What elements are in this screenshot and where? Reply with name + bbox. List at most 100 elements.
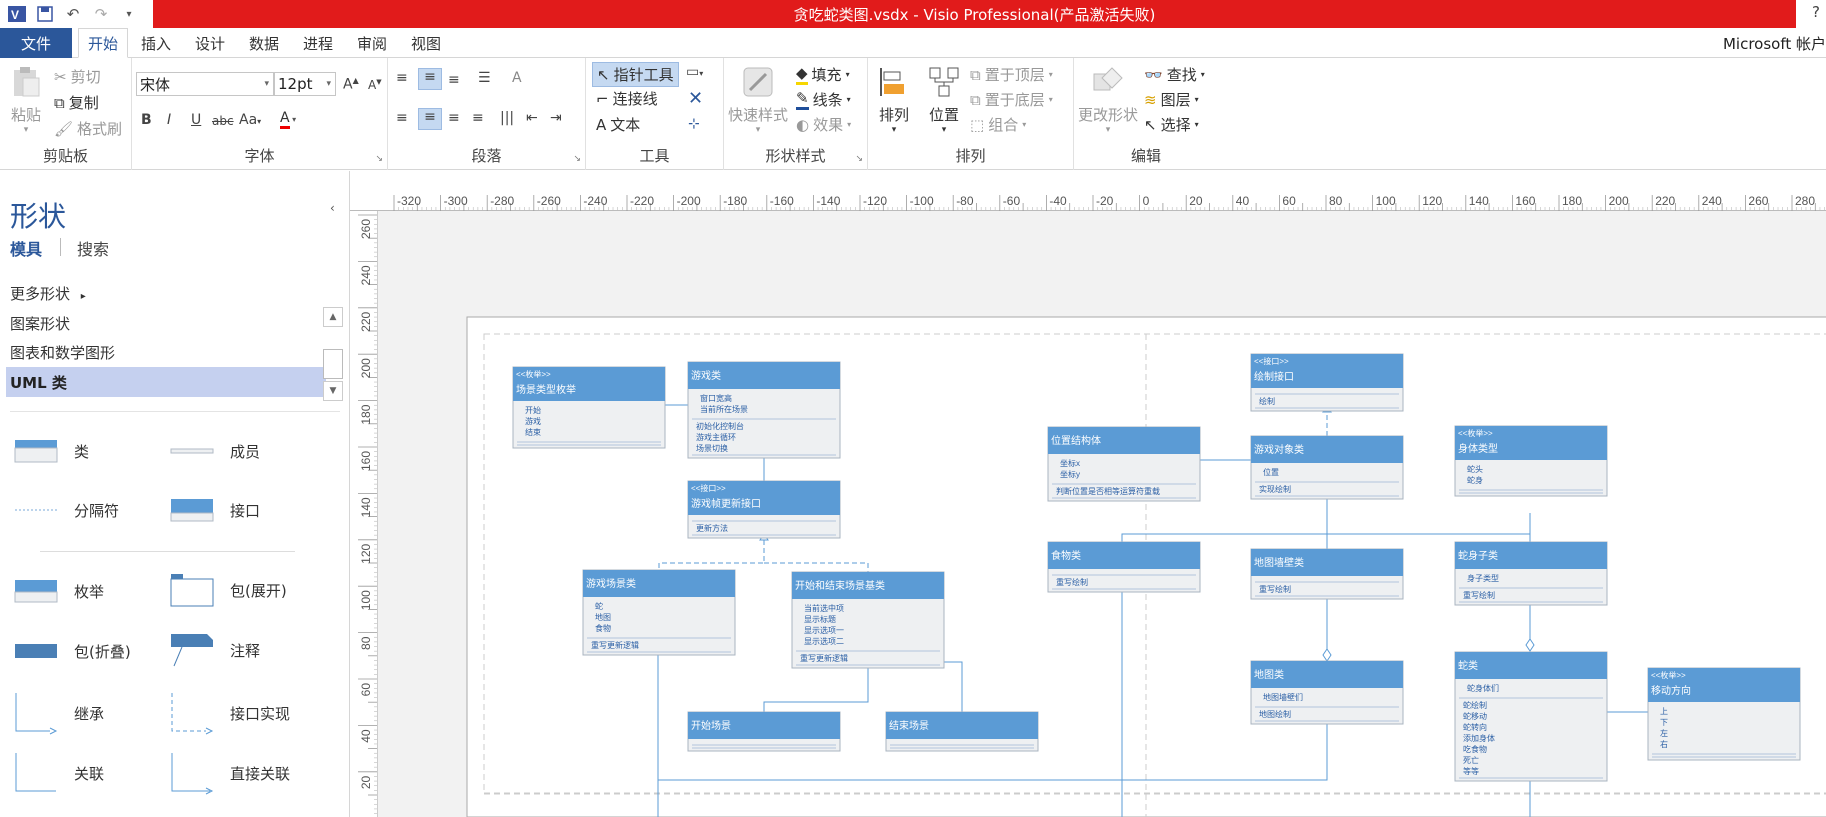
fill-button[interactable]: ◆ 填充 ▾ xyxy=(796,64,850,85)
font-size-select[interactable]: 12pt ▾ xyxy=(274,72,336,96)
stencil-uml-class[interactable]: UML 类 xyxy=(6,367,326,397)
tab-design[interactable]: 设计 xyxy=(187,28,233,58)
decrease-indent-icon[interactable]: ⇤ xyxy=(526,110,538,126)
distribute-icon[interactable]: ||| xyxy=(500,110,514,126)
send-to-back-button[interactable]: ⧉ 置于底层 ▾ xyxy=(970,89,1053,110)
more-shapes-item[interactable]: 更多形状 ▸ xyxy=(10,283,86,304)
increase-indent-icon[interactable]: ⇥ xyxy=(550,110,562,126)
uml-method: 蛇绘制 xyxy=(1463,700,1487,710)
shape-interface-realization[interactable]: 接口实现 xyxy=(170,691,290,735)
grow-font-icon[interactable]: A▲ xyxy=(343,76,359,93)
align-right-icon[interactable]: ≡ xyxy=(448,110,460,126)
uml-class-direction[interactable]: <<枚举>> 移动方向上下左右 xyxy=(1647,667,1801,761)
undo-icon[interactable]: ↶ xyxy=(62,3,84,25)
stencil-charts-math[interactable]: 图表和数学图形 xyxy=(10,342,115,363)
scrollbar-thumb[interactable] xyxy=(323,349,343,379)
stencil-pattern-shapes[interactable]: 图案形状 xyxy=(10,313,70,334)
change-shape-button[interactable]: 更改形状 ▾ xyxy=(1078,64,1138,135)
tab-file[interactable]: 文件 xyxy=(0,28,72,58)
shape-package-expanded[interactable]: 包(展开) xyxy=(170,573,287,607)
line-button[interactable]: ✎ 线条 ▾ xyxy=(796,89,851,110)
uml-class-snake_body[interactable]: 蛇身子类身子类型重写绘制 xyxy=(1454,541,1608,606)
bold-icon[interactable]: B xyxy=(141,112,152,128)
text-direction-icon[interactable]: A xyxy=(512,70,522,86)
group-button[interactable]: ⬚ 组合 ▾ xyxy=(970,114,1026,135)
tab-review[interactable]: 审阅 xyxy=(349,28,395,58)
font-color-icon[interactable]: A ▾ xyxy=(280,110,296,129)
uml-class-game[interactable]: 游戏类窗口宽高当前所在场景初始化控制台游戏主循环场景切换 xyxy=(687,361,841,459)
shape-inheritance[interactable]: 继承 xyxy=(14,691,104,735)
align-bottom-icon[interactable]: ≡ xyxy=(448,72,460,88)
help-button[interactable]: ? xyxy=(1812,3,1820,21)
uml-class-start_scene[interactable]: 开始场景 xyxy=(687,711,841,752)
uml-class-draw_if[interactable]: <<接口>> 绘制接口绘制 xyxy=(1250,353,1404,412)
uml-class-body_type[interactable]: <<枚举>> 身体类型蛇头蛇身 xyxy=(1454,425,1608,497)
shape-comment[interactable]: 注释 xyxy=(170,633,260,667)
rectangle-tool-icon[interactable]: ▭▾ xyxy=(686,64,703,80)
connection-point-icon[interactable]: ⊹ xyxy=(688,116,700,132)
strikethrough-icon[interactable]: abc xyxy=(212,114,234,128)
uml-class-pos[interactable]: 位置结构体坐标x坐标y 判断位置是否相等运算符重载 xyxy=(1047,426,1201,502)
align-button[interactable]: 排列 ▾ xyxy=(876,64,912,135)
connector-button[interactable]: ⌐ 连接线 xyxy=(596,88,658,109)
shrink-font-icon[interactable]: A▼ xyxy=(368,78,382,92)
italic-icon[interactable]: I xyxy=(167,112,171,128)
tab-home[interactable]: 开始 xyxy=(78,28,128,58)
find-button[interactable]: 👓 查找 ▾ xyxy=(1144,64,1205,85)
scroll-up-arrow[interactable]: ▲ xyxy=(323,307,343,327)
text-tool-button[interactable]: A 文本 xyxy=(596,114,640,135)
align-middle-icon[interactable]: ≡ xyxy=(418,68,442,90)
tab-insert[interactable]: 插入 xyxy=(133,28,179,58)
cut-button[interactable]: ✂ 剪切 xyxy=(54,66,101,87)
effects-button[interactable]: ◐ 效果 ▾ xyxy=(796,114,851,135)
uml-class-start_end_base[interactable]: 开始和结束场景基类当前选中项显示标题显示选项一显示选项二重写更新逻辑 xyxy=(791,571,945,669)
change-case-icon[interactable]: Aa▾ xyxy=(239,112,261,128)
uml-class-food[interactable]: 食物类重写绘制 xyxy=(1047,541,1201,593)
tab-stencils[interactable]: 模具 xyxy=(10,236,42,260)
format-painter-button[interactable]: 🖌 格式刷 xyxy=(54,118,122,139)
tab-data[interactable]: 数据 xyxy=(241,28,287,58)
save-icon[interactable] xyxy=(34,3,56,25)
tab-view[interactable]: 视图 xyxy=(403,28,449,58)
pointer-tool-button[interactable]: ↖ 指针工具 xyxy=(592,62,679,87)
tab-process[interactable]: 进程 xyxy=(295,28,341,58)
uml-class-wall[interactable]: 地图墙壁类重写绘制 xyxy=(1250,548,1404,600)
redo-icon[interactable]: ↷ xyxy=(90,3,112,25)
uml-class-map[interactable]: 地图类地图墙壁们地图绘制 xyxy=(1250,660,1404,725)
paste-button[interactable]: 粘贴 ▾ xyxy=(8,64,44,135)
select-button[interactable]: ↖ 选择 ▾ xyxy=(1144,114,1199,135)
uml-class-snake[interactable]: 蛇类蛇身体们蛇绘制蛇移动蛇转向添加身体吃食物死亡等等 xyxy=(1454,651,1608,782)
bring-to-front-button[interactable]: ⧉ 置于顶层 ▾ xyxy=(970,64,1053,85)
copy-button[interactable]: ⧉ 复制 xyxy=(54,92,99,113)
customize-toolbar-icon[interactable]: ▾ xyxy=(118,3,140,25)
uml-class-update_if[interactable]: <<接口>> 游戏帧更新接口更新方法 xyxy=(687,480,841,539)
quick-styles-button[interactable]: 快速样式 ▾ xyxy=(728,64,788,135)
shape-directed-association[interactable]: 直接关联 xyxy=(170,751,290,795)
uml-class-game_scene[interactable]: 游戏场景类蛇地图食物重写更新逻辑 xyxy=(582,569,736,656)
align-center-icon[interactable]: ≡ xyxy=(418,108,442,130)
underline-icon[interactable]: U xyxy=(191,112,201,128)
layers-button[interactable]: ≋ 图层 ▾ xyxy=(1144,89,1199,110)
justify-icon[interactable]: ≡ xyxy=(472,110,484,126)
position-button[interactable]: 位置 ▾ xyxy=(926,64,962,135)
collapse-panel-icon[interactable]: ‹ xyxy=(330,201,335,215)
account-button[interactable]: Microsoft 帐户 xyxy=(1723,28,1826,58)
align-top-icon[interactable]: ≡ xyxy=(396,70,408,86)
uml-class-end_scene[interactable]: 结束场景 xyxy=(885,711,1039,752)
shape-enumeration[interactable]: 枚举 xyxy=(14,579,104,603)
align-left-icon[interactable]: ≡ xyxy=(396,110,408,126)
uml-class-game_obj[interactable]: 游戏对象类位置实现绘制 xyxy=(1250,435,1404,500)
shape-package-collapsed[interactable]: 包(折叠) xyxy=(14,639,131,663)
font-name-select[interactable]: 宋体 ▾ xyxy=(136,72,274,96)
bullets-icon[interactable]: ☰ xyxy=(478,70,491,86)
shape-association[interactable]: 关联 xyxy=(14,751,104,795)
close-tool-icon[interactable]: ✕ xyxy=(688,88,703,109)
scroll-down-arrow[interactable]: ▼ xyxy=(323,381,343,401)
tab-search[interactable]: 搜索 xyxy=(77,236,109,260)
drawing-canvas[interactable]: <<枚举>> 场景类型枚举 开始 游戏 结束 游戏类 窗口宽高 当前所在场景 初始化控制台 游戏主… xyxy=(378,211,1826,817)
shape-class[interactable]: 类 xyxy=(14,439,89,463)
uml-class-scene_type[interactable]: <<枚举>> 场景类型枚举开始游戏结束 xyxy=(512,366,666,449)
shape-interface[interactable]: 接口 xyxy=(170,498,260,522)
shape-member[interactable]: 成员 xyxy=(170,439,260,463)
shape-separator[interactable]: 分隔符 xyxy=(14,498,119,522)
